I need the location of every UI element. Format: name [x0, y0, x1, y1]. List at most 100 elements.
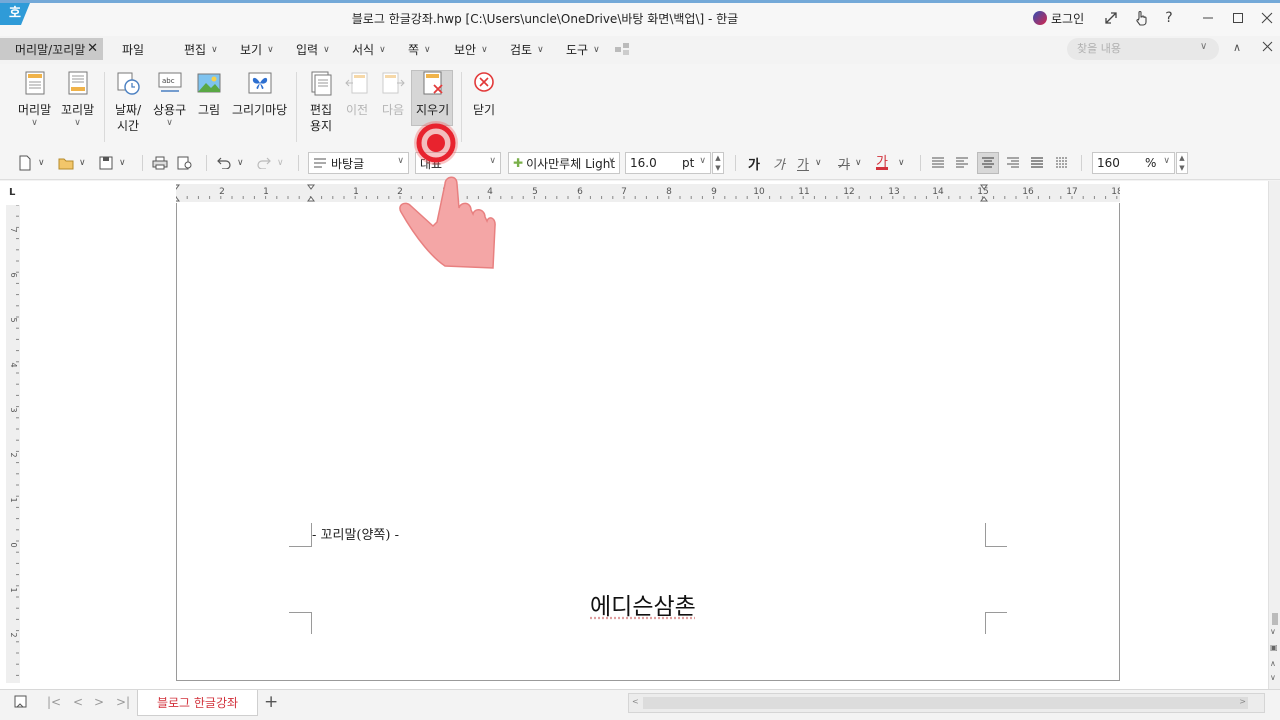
menu-insert[interactable]: 입력 ∨	[296, 41, 330, 58]
menu-tools[interactable]: 도구 ∨	[566, 41, 600, 58]
login-button[interactable]: 로그인	[1033, 9, 1084, 27]
maximize-icon[interactable]	[1228, 8, 1248, 28]
ruler-corner-tab[interactable]: L	[9, 187, 15, 198]
date-time-button[interactable]: 날짜/시간	[115, 70, 141, 134]
new-document-icon[interactable]: ∨	[18, 154, 45, 172]
search-input[interactable]: 찾을 내용	[1067, 38, 1219, 60]
strikethrough-button[interactable]: 가	[838, 154, 850, 173]
menu-view[interactable]: 보기 ∨	[240, 41, 274, 58]
vertical-ruler[interactable]: 7 6 5 4 3 2 1 0 1 2	[6, 205, 20, 683]
menu-page[interactable]: 쪽 ∨	[408, 41, 431, 58]
font-select[interactable]: ✚ 이사만루체 Light ∨	[508, 152, 620, 174]
common-phrase-button[interactable]: abc 상용구 ∨	[153, 70, 186, 128]
scroll-left-icon: <	[632, 697, 639, 706]
image-icon	[197, 73, 221, 93]
footer-area-label: - 꼬리말(양쪽) -	[312, 528, 399, 543]
ruler-label: 0	[9, 542, 18, 547]
chevron-down-icon[interactable]: ∨	[815, 154, 822, 172]
login-label: 로그인	[1051, 11, 1085, 26]
align-right-icon[interactable]	[1006, 154, 1020, 172]
previous-label: 이전	[345, 103, 369, 117]
close-document-icon[interactable]	[1262, 41, 1273, 52]
align-left-icon[interactable]	[955, 154, 969, 172]
menu-file[interactable]: 파일	[122, 41, 144, 58]
redo-icon[interactable]: ∨	[257, 154, 284, 172]
horizontal-ruler[interactable]: 21123456789101112131415161718	[176, 184, 1120, 202]
menu-edit[interactable]: 편집 ∨	[184, 41, 218, 58]
edit-page-button[interactable]: 편집 용지	[308, 70, 334, 134]
scroll-thumb	[1272, 613, 1278, 625]
bookmark-icon[interactable]	[14, 695, 28, 709]
justify-icon[interactable]	[931, 154, 945, 172]
ruler-label: 12	[843, 187, 854, 197]
header-button[interactable]: 머리말 ∨	[18, 70, 51, 128]
help-icon[interactable]: ?	[1159, 8, 1179, 28]
header-label: 머리말	[18, 103, 52, 117]
picture-button[interactable]: 그림	[196, 70, 222, 118]
next-button[interactable]: 다음	[380, 70, 406, 118]
close-window-icon[interactable]	[1257, 8, 1277, 28]
delete-header-icon	[423, 71, 443, 95]
chevron-down-icon[interactable]: ∨	[855, 154, 862, 172]
login-icon	[1033, 11, 1047, 25]
style-select[interactable]: 바탕글 ∨	[308, 152, 409, 174]
drawing-button[interactable]: 그리기마당	[232, 70, 287, 118]
minimize-icon[interactable]	[1198, 8, 1218, 28]
ruler-label: 5	[532, 187, 538, 197]
underline-button[interactable]: 가	[797, 154, 809, 173]
previous-tab-button[interactable]: <	[73, 695, 83, 709]
ruler-label: 7	[9, 227, 18, 232]
close-context-tab-icon[interactable]: ✕	[87, 41, 98, 56]
font-size-input[interactable]: 16.0 pt ∨	[625, 152, 711, 174]
tab-header-footer[interactable]: 머리말/꼬리말 ✕	[0, 38, 103, 60]
zoom-input[interactable]: 160 % ∨	[1092, 152, 1175, 174]
previous-button[interactable]: 이전	[344, 70, 370, 118]
ruler-label: 6	[577, 187, 583, 197]
scroll-down-icon: ∨	[1270, 627, 1276, 636]
align-center-icon[interactable]	[981, 154, 995, 172]
vertical-scrollbar[interactable]: ∨ ▣ ∧ ∨	[1268, 181, 1280, 689]
first-tab-button[interactable]: |<	[47, 695, 61, 709]
next-tab-button[interactable]: >	[94, 695, 104, 709]
delete-label: 지우기	[416, 103, 450, 117]
font-value: 이사만루체 Light	[526, 156, 616, 171]
chevron-down-icon: ∨	[267, 44, 274, 55]
distribute-icon[interactable]	[1030, 154, 1044, 172]
chevron-down-icon[interactable]: ∨	[898, 154, 905, 172]
undo-icon[interactable]: ∨	[217, 154, 244, 172]
ribbon-divider	[296, 72, 297, 142]
font-color-button[interactable]: 가	[876, 154, 888, 170]
ruler-label: 1	[9, 587, 18, 592]
expand-icon[interactable]	[1101, 8, 1121, 28]
italic-button[interactable]: 가	[773, 154, 785, 173]
ruler-label: 2	[9, 632, 18, 637]
divide-align-icon[interactable]	[1055, 154, 1069, 172]
close-button[interactable]: 닫기	[471, 70, 497, 118]
font-size-value: 16.0	[630, 156, 657, 170]
chevron-down-icon: ∨	[74, 118, 81, 128]
print-icon[interactable]	[152, 154, 168, 172]
footer-button[interactable]: 꼬리말 ∨	[61, 70, 94, 128]
network-icon[interactable]	[614, 42, 630, 56]
header-icon	[25, 71, 45, 95]
context-tab-label: 머리말/꼬리말	[15, 42, 86, 57]
menu-format[interactable]: 서식 ∨	[352, 41, 386, 58]
touch-mode-icon[interactable]	[1131, 8, 1151, 28]
open-folder-icon[interactable]: ∨	[58, 154, 86, 172]
save-icon[interactable]: ∨	[99, 154, 126, 172]
footer-text[interactable]: 에디슨삼촌	[590, 587, 696, 621]
zoom-stepper[interactable]: ▲ ▼	[1176, 152, 1188, 174]
horizontal-scrollbar[interactable]: < >	[628, 693, 1265, 713]
add-tab-button[interactable]: +	[264, 692, 278, 712]
search-dropdown-icon[interactable]: ∨	[1200, 41, 1207, 52]
chevron-down-icon: ∨	[424, 44, 431, 55]
last-tab-button[interactable]: >|	[116, 695, 130, 709]
menu-review[interactable]: 검토 ∨	[510, 41, 544, 58]
collapse-ribbon-icon[interactable]: ∧	[1233, 41, 1241, 54]
print-preview-icon[interactable]	[177, 154, 193, 172]
font-size-stepper[interactable]: ▲ ▼	[712, 152, 724, 174]
bold-button[interactable]: 가	[748, 154, 760, 173]
document-tab[interactable]: 블로그 한글강좌	[137, 690, 258, 716]
delete-button[interactable]: 지우기	[416, 70, 449, 118]
menu-security[interactable]: 보안 ∨	[454, 41, 488, 58]
